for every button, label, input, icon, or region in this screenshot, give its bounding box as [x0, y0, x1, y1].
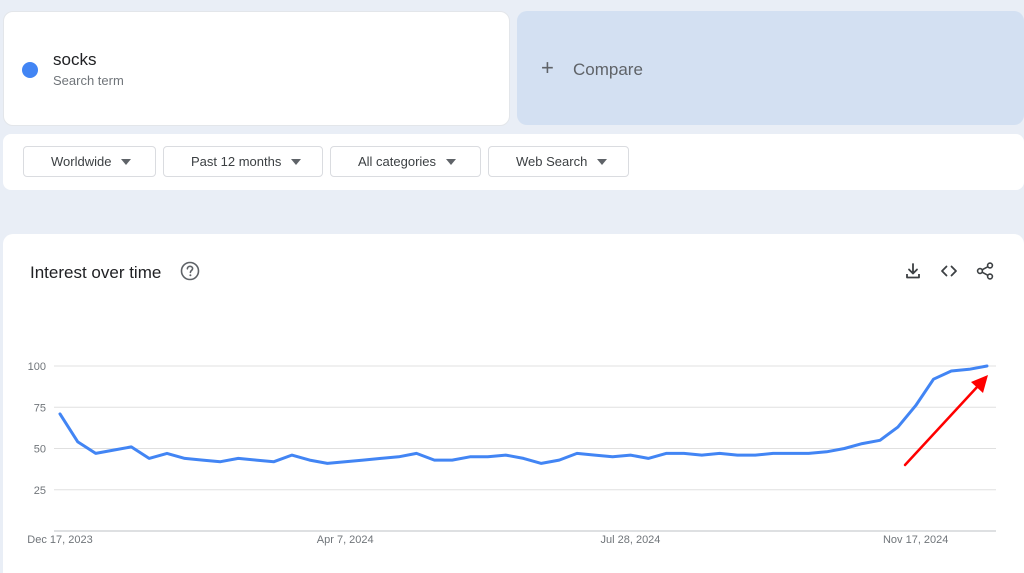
y-tick-label: 100	[28, 361, 46, 373]
x-tick-label: Jul 28, 2024	[600, 534, 660, 546]
interest-chart: 25 50 75 100 Dec 17, 2023 Apr 7, 2024 Jul 28,…	[27, 361, 996, 546]
x-axis-ticks: Dec 17, 2023 Apr 7, 2024 Jul 28, 2024 Nov 1…	[27, 534, 948, 546]
x-tick-label: Nov 17, 2024	[883, 534, 948, 546]
y-tick-label: 75	[34, 402, 46, 414]
y-tick-label: 25	[34, 485, 46, 497]
x-tick-label: Dec 17, 2023	[27, 534, 92, 546]
y-tick-label: 50	[34, 444, 46, 456]
arrow-shaft	[903, 384, 980, 467]
trend-annotation	[903, 375, 988, 467]
y-axis-ticks: 25 50 75 100	[28, 361, 46, 497]
x-tick-label: Apr 7, 2024	[317, 534, 374, 546]
chart-gridlines	[54, 365, 996, 532]
